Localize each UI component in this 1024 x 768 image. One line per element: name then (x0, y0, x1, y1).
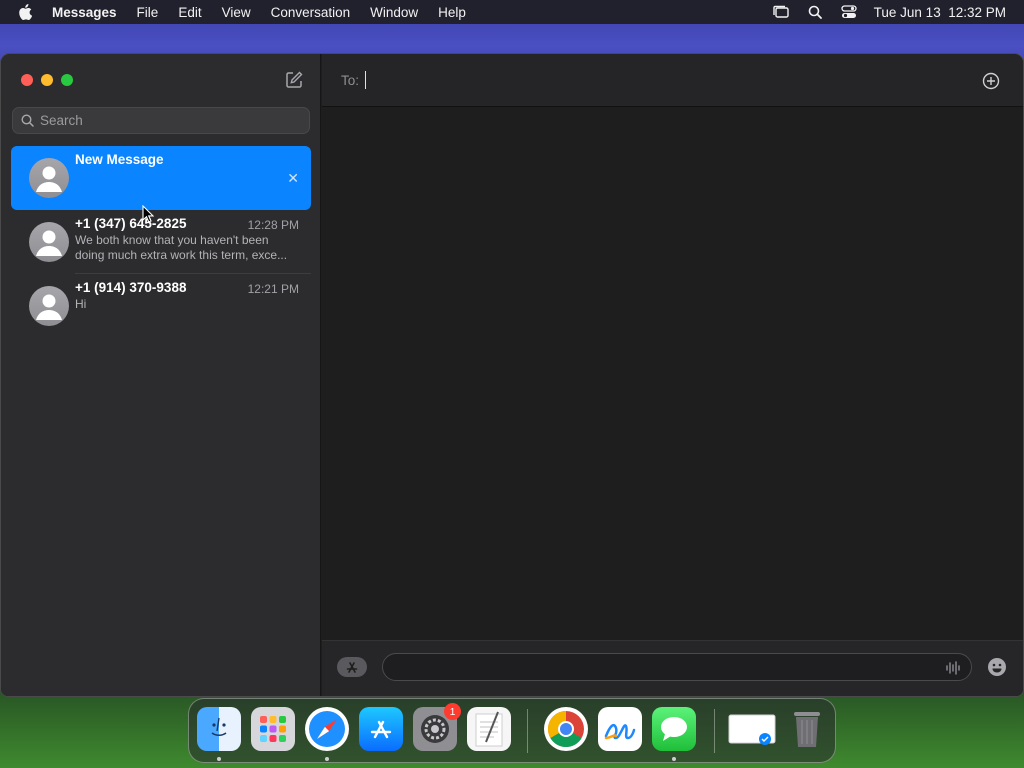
conversation-item[interactable]: +1 (914) 370-9388 12:21 PM Hi (11, 274, 311, 338)
conversation-item[interactable]: +1 (347) 645-2825 12:28 PM We both know … (11, 210, 311, 274)
dock-divider (527, 709, 528, 753)
dock-freeform-icon[interactable] (598, 707, 642, 751)
zoom-window-button[interactable] (61, 74, 73, 86)
dock-finder-icon[interactable] (197, 707, 241, 751)
search-icon (21, 114, 34, 127)
control-center-icon[interactable] (840, 4, 858, 20)
conversation-time: 12:28 PM (247, 218, 299, 232)
dock-messages-icon[interactable] (652, 707, 696, 751)
dock-safari-icon[interactable] (305, 707, 349, 751)
compose-icon[interactable] (284, 70, 304, 90)
message-pane: To: (322, 54, 1023, 696)
conversation-name: +1 (347) 645-2825 (75, 216, 187, 231)
running-indicator (672, 757, 676, 761)
menu-edit[interactable]: Edit (178, 5, 201, 20)
to-label: To: (341, 73, 360, 88)
notification-badge: 1 (444, 703, 461, 720)
app-store-apps-icon[interactable] (337, 657, 367, 677)
close-window-button[interactable] (21, 74, 33, 86)
running-indicator (325, 757, 329, 761)
conversation-time: 12:21 PM (247, 282, 299, 296)
menu-help[interactable]: Help (438, 5, 466, 20)
preview-line: We both know that you haven't been (75, 233, 269, 247)
running-indicator (217, 757, 221, 761)
mouse-pointer-icon (142, 204, 155, 223)
menu-bar: Messages File Edit View Conversation Win… (0, 0, 1024, 24)
window-controls (21, 74, 73, 86)
menu-view[interactable]: View (222, 5, 251, 20)
close-icon[interactable]: ✕ (287, 170, 299, 187)
dock-divider (714, 709, 715, 753)
messages-window: New Message ✕ +1 (347) 645-2825 12:28 PM… (0, 53, 1024, 697)
search-input[interactable] (40, 113, 290, 128)
conversation-item-new-message[interactable]: New Message ✕ (11, 146, 311, 210)
message-input[interactable] (382, 653, 972, 681)
conversation-name: +1 (914) 370-9388 (75, 280, 187, 295)
menu-window[interactable]: Window (370, 5, 418, 20)
menu-app-name[interactable]: Messages (52, 5, 117, 20)
dock-downloads-stack-icon[interactable] (727, 707, 777, 751)
dock-textedit-icon[interactable] (467, 707, 511, 751)
stage-manager-icon[interactable] (772, 4, 790, 20)
apple-menu-icon[interactable] (18, 4, 36, 20)
conversation-name: New Message (75, 152, 164, 167)
avatar (29, 158, 69, 198)
preview-line: Hi (75, 297, 87, 311)
compose-bar (322, 640, 1023, 696)
dock-app-store-icon[interactable] (359, 707, 403, 751)
menu-conversation[interactable]: Conversation (271, 5, 351, 20)
recipient-input[interactable] (365, 71, 366, 89)
dock-system-settings-icon[interactable]: 1 (413, 703, 461, 751)
dock: 1 (188, 698, 836, 763)
recipient-bar: To: (322, 54, 1023, 107)
minimize-window-button[interactable] (41, 74, 53, 86)
conversation-preview: We both know that you haven't been doing… (75, 233, 297, 263)
preview-line: doing much extra work this term, exce... (75, 248, 288, 262)
search-field[interactable] (12, 107, 310, 134)
spotlight-search-icon[interactable] (806, 4, 824, 20)
menu-file[interactable]: File (137, 5, 159, 20)
conversation-sidebar: New Message ✕ +1 (347) 645-2825 12:28 PM… (1, 54, 321, 696)
conversation-preview: Hi (75, 297, 297, 312)
avatar (29, 222, 69, 262)
avatar (29, 286, 69, 326)
menu-bar-clock[interactable]: Tue Jun 13 12:32 PM (874, 5, 1006, 20)
dock-chrome-icon[interactable] (544, 707, 588, 751)
emoji-icon[interactable] (987, 657, 1007, 677)
dock-launchpad-icon[interactable] (251, 707, 295, 751)
dock-trash-icon[interactable] (785, 707, 829, 751)
audio-waveform-icon[interactable] (945, 660, 961, 676)
add-recipient-icon[interactable] (981, 71, 1001, 91)
